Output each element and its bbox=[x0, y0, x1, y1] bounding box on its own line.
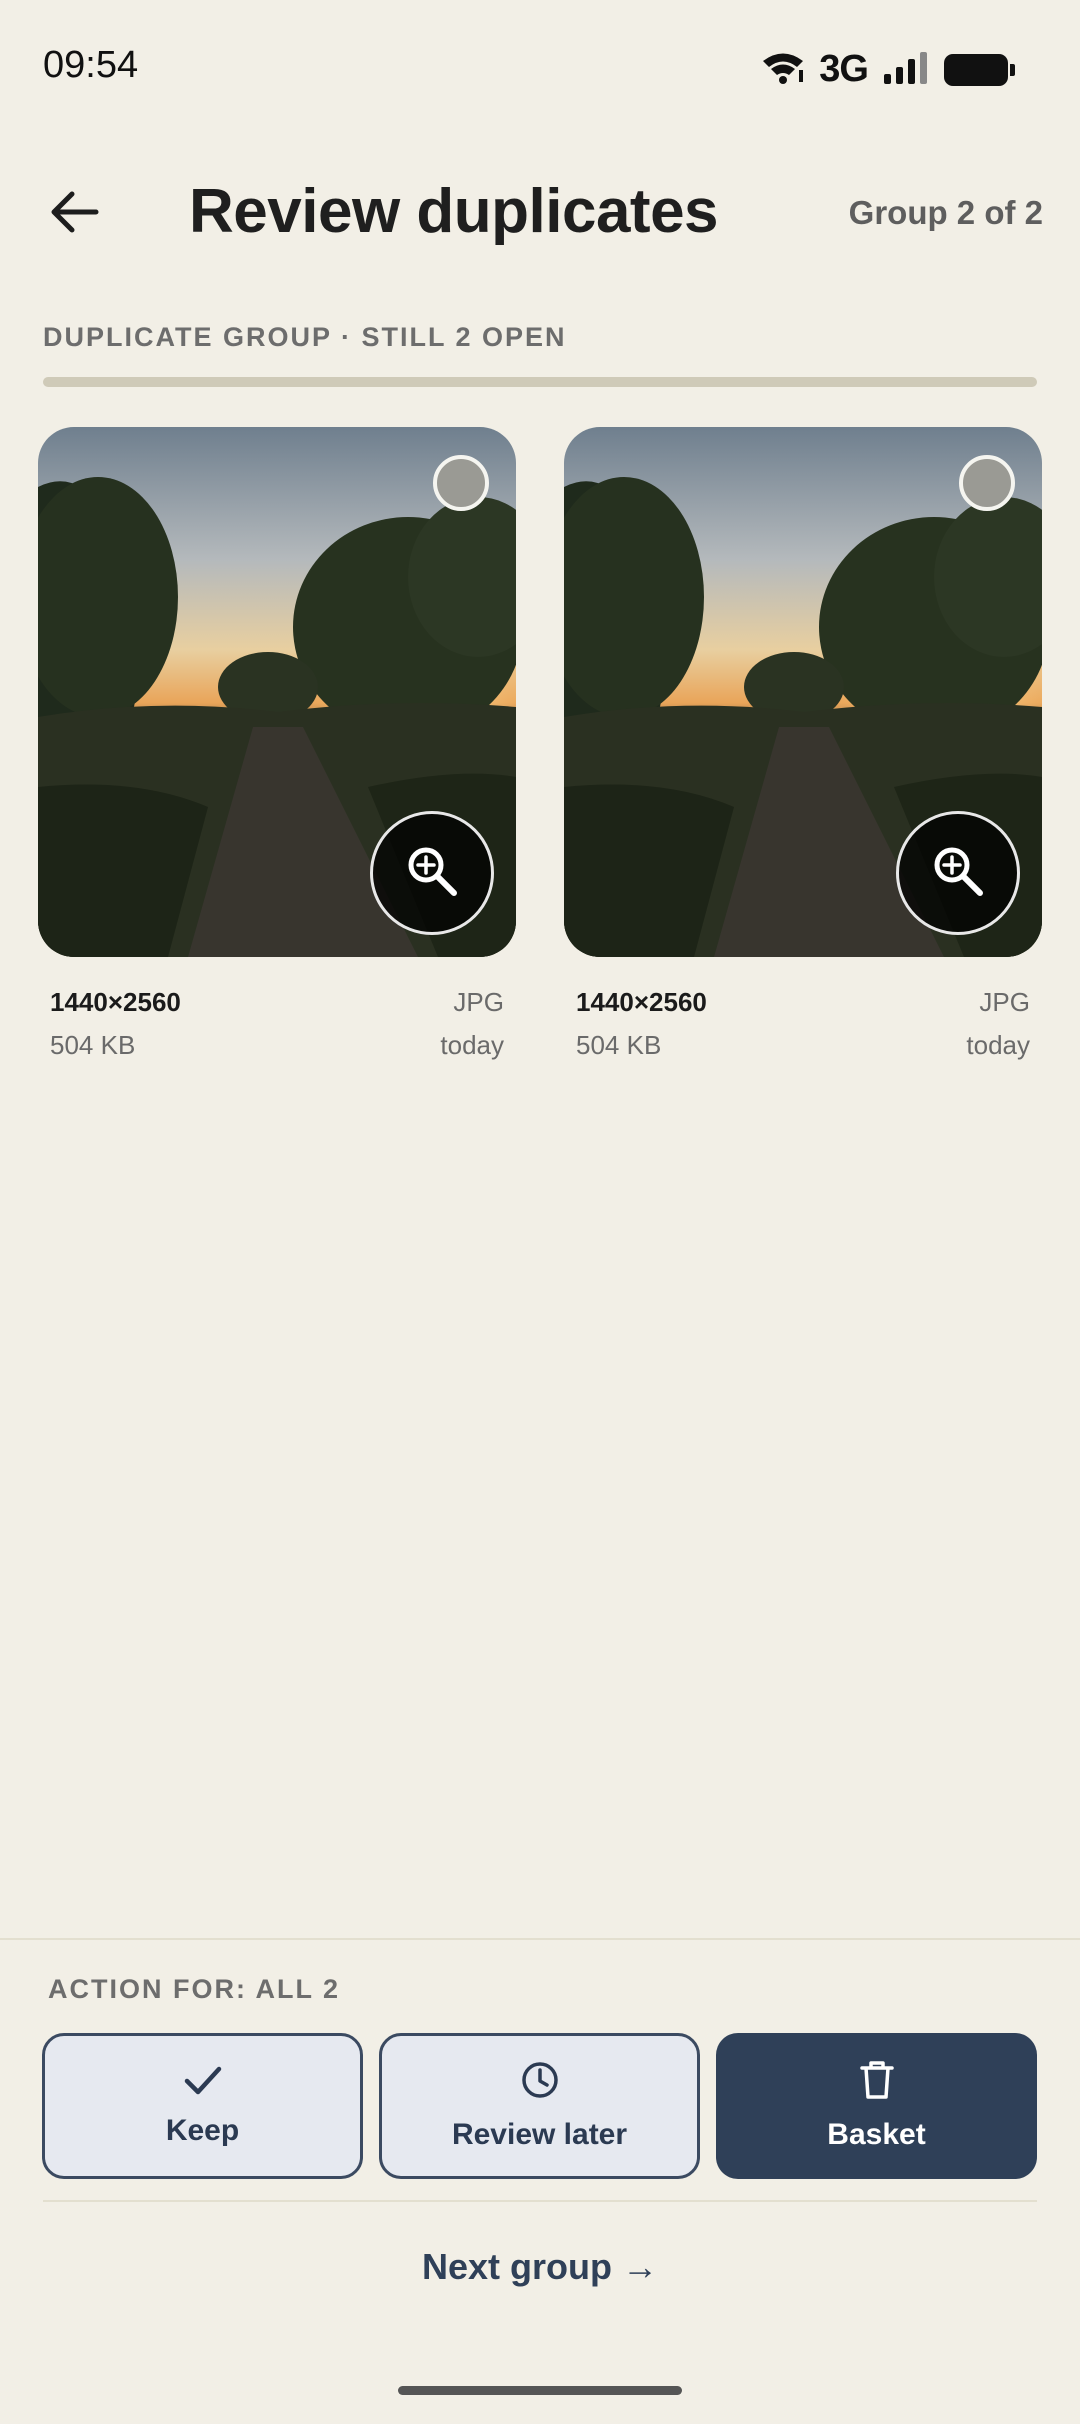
group-counter: Group 2 of 2 bbox=[848, 194, 1043, 231]
action-panel-divider bbox=[0, 1938, 1080, 1940]
zoom-button[interactable] bbox=[370, 811, 494, 935]
page-title: Review duplicates bbox=[189, 177, 719, 246]
select-checkbox[interactable] bbox=[433, 455, 489, 511]
action-label: ACTION FOR: ALL 2 bbox=[48, 1974, 340, 2004]
select-checkbox[interactable] bbox=[959, 455, 1015, 511]
photo-card[interactable]: 1440×2560 504 KB JPG today bbox=[564, 427, 1042, 1061]
photo-dimensions: 1440×2560 bbox=[50, 987, 181, 1017]
arrow-left-icon bbox=[48, 190, 100, 239]
photo-dimensions: 1440×2560 bbox=[576, 987, 707, 1017]
photo-card[interactable]: 1440×2560 504 KB JPG today bbox=[38, 427, 516, 1061]
section-label: DUPLICATE GROUP · STILL 2 OPEN bbox=[43, 322, 567, 352]
battery-icon bbox=[944, 53, 1015, 86]
photo-thumbnail[interactable] bbox=[564, 427, 1042, 957]
next-group-button[interactable]: Next group → bbox=[0, 2246, 1080, 2288]
basket-label: Basket bbox=[827, 2118, 926, 2151]
status-time: 09:54 bbox=[43, 44, 139, 86]
photo-size: 504 KB bbox=[576, 1030, 662, 1060]
trash-icon bbox=[859, 2060, 895, 2108]
checkmark-icon bbox=[183, 2064, 223, 2104]
photo-format: JPG bbox=[453, 987, 504, 1017]
clock-icon bbox=[520, 2060, 560, 2108]
photo-date: today bbox=[440, 1030, 504, 1060]
photo-thumbnail[interactable] bbox=[38, 427, 516, 957]
review-later-button[interactable]: Review later bbox=[379, 2033, 700, 2179]
signal-icon bbox=[882, 50, 930, 89]
group-progress-fill bbox=[43, 377, 1037, 387]
zoom-button[interactable] bbox=[896, 811, 1020, 935]
status-icons: 3G bbox=[761, 48, 1015, 91]
basket-button[interactable]: Basket bbox=[716, 2033, 1037, 2179]
group-progress-bar bbox=[43, 377, 1037, 387]
photo-date: today bbox=[966, 1030, 1030, 1060]
keep-label: Keep bbox=[165, 2114, 240, 2147]
photo-meta: 1440×2560 504 KB JPG today bbox=[38, 987, 516, 1061]
keep-button[interactable]: Keep bbox=[42, 2033, 363, 2179]
back-button[interactable] bbox=[38, 178, 110, 250]
home-indicator[interactable] bbox=[398, 2386, 682, 2395]
network-type: 3G bbox=[819, 48, 869, 90]
wifi-icon bbox=[761, 50, 805, 89]
review-later-label: Review later bbox=[451, 2118, 628, 2151]
photo-meta: 1440×2560 504 KB JPG today bbox=[564, 987, 1042, 1061]
footer-divider bbox=[43, 2200, 1037, 2202]
photo-size: 504 KB bbox=[50, 1030, 136, 1060]
zoom-in-icon bbox=[930, 843, 986, 904]
zoom-in-icon bbox=[404, 843, 460, 904]
photo-format: JPG bbox=[979, 987, 1030, 1017]
